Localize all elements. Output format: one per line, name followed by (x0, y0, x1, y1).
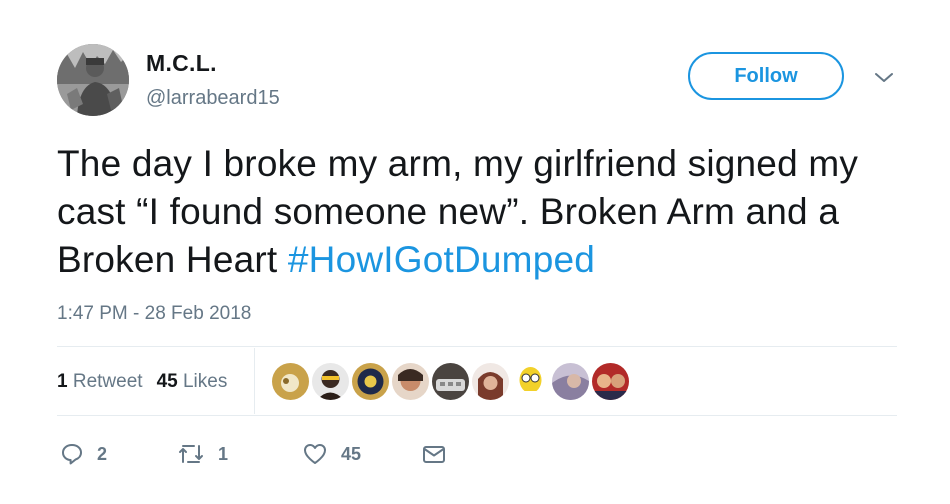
retweet-button[interactable]: 1 (177, 441, 228, 467)
stats-separator (254, 348, 255, 414)
liker-avatar[interactable] (432, 363, 469, 400)
liker-avatar[interactable] (592, 363, 629, 400)
liker-avatar[interactable] (352, 363, 389, 400)
tweet-card: M.C.L. @larrabeard15 Follow The day I br… (0, 0, 950, 504)
user-handle[interactable]: @larrabeard15 (146, 87, 280, 110)
liker-avatar[interactable] (552, 363, 589, 400)
envelope-icon (423, 446, 445, 463)
retweet-icon (179, 445, 203, 463)
liker-avatar[interactable] (392, 363, 429, 400)
heart-icon (304, 444, 326, 464)
chevron-down-icon (875, 73, 893, 82)
tweet-stats: 1 Retweet 45 Likes (57, 371, 227, 393)
likes-stat[interactable]: 45 Likes (157, 371, 228, 393)
user-avatar[interactable] (57, 44, 129, 116)
tweet-text: The day I broke my arm, my girlfriend si… (57, 140, 902, 284)
liker-avatar[interactable] (472, 363, 509, 400)
direct-message-button[interactable] (421, 441, 447, 467)
user-display-name[interactable]: M.C.L. (146, 50, 217, 77)
likers-avatars (272, 363, 629, 400)
follow-button[interactable]: Follow (688, 52, 844, 100)
divider (57, 415, 897, 416)
retweets-label: Retweet (72, 371, 143, 392)
more-options-button[interactable] (872, 70, 896, 86)
likes-label: Likes (182, 371, 228, 392)
like-button[interactable]: 45 (302, 441, 361, 467)
likes-count: 45 (156, 371, 178, 392)
retweets-stat[interactable]: 1 Retweet (57, 371, 143, 393)
profile-photo (57, 44, 129, 116)
retweet-count: 1 (218, 443, 229, 464)
hashtag-link[interactable]: #HowIGotDumped (288, 239, 595, 280)
liker-avatar[interactable] (512, 363, 549, 400)
retweets-count: 1 (57, 371, 68, 392)
tweet-timestamp[interactable]: 1:47 PM - 28 Feb 2018 (57, 303, 251, 325)
reply-button[interactable]: 2 (60, 441, 107, 467)
reply-icon (62, 444, 82, 465)
liker-avatar[interactable] (312, 363, 349, 400)
divider (57, 346, 897, 347)
like-count: 45 (341, 443, 362, 464)
reply-count: 2 (97, 443, 108, 464)
liker-avatar[interactable] (272, 363, 309, 400)
